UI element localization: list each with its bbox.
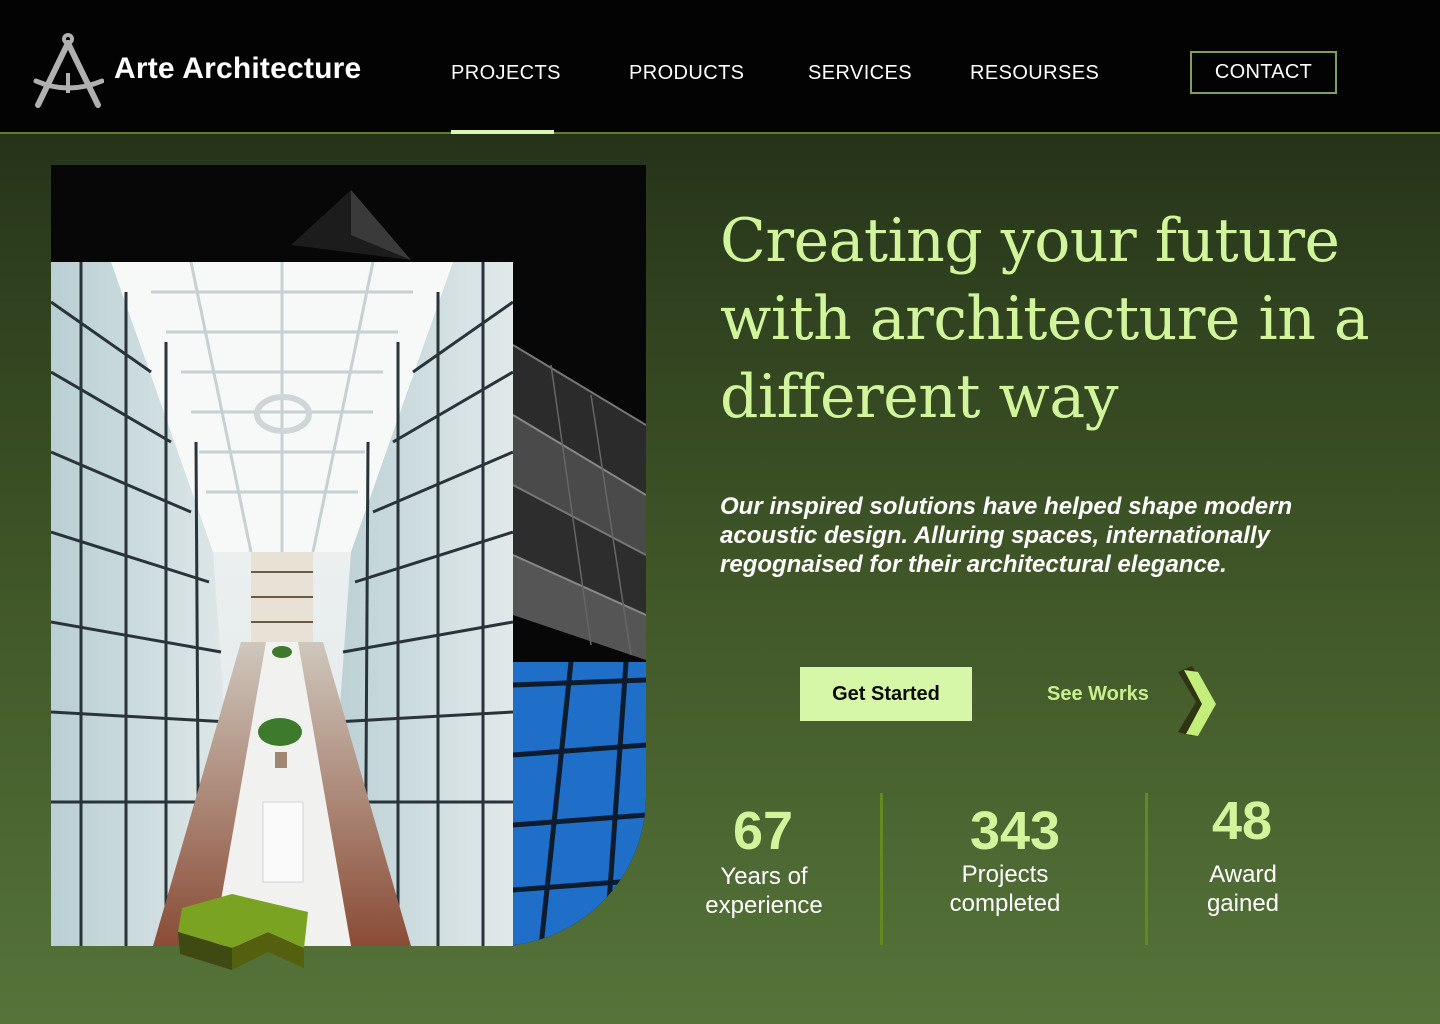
nav-item-projects[interactable]: PROJECTS bbox=[451, 62, 561, 85]
nav-item-products[interactable]: PRODUCTS bbox=[629, 62, 744, 85]
atrium-interior-image bbox=[51, 262, 513, 946]
nav-item-resources[interactable]: RESOURSES bbox=[970, 62, 1099, 85]
contact-button[interactable]: CONTACT bbox=[1190, 51, 1337, 94]
brand-name[interactable]: Arte Architecture bbox=[114, 52, 361, 86]
top-navigation-bar: Arte Architecture PROJECTS PRODUCTS SERV… bbox=[0, 0, 1440, 134]
hero-image-collage bbox=[51, 165, 646, 946]
chevron-right-icon[interactable] bbox=[1170, 664, 1222, 740]
stat-label-years: Years of experience bbox=[705, 863, 823, 919]
stat-label-projects: Projects completed bbox=[949, 861, 1061, 917]
see-works-link[interactable]: See Works bbox=[1047, 683, 1149, 706]
drafting-compass-icon[interactable] bbox=[32, 33, 104, 109]
stat-divider bbox=[1145, 793, 1148, 945]
stat-value-projects: 343 bbox=[969, 801, 1061, 861]
stat-divider bbox=[880, 793, 883, 945]
active-nav-indicator bbox=[451, 130, 554, 134]
arrow-block-graphic bbox=[178, 894, 308, 970]
stat-label-awards: Award gained bbox=[1206, 861, 1280, 917]
hero-headline: Creating your future with architecture i… bbox=[720, 206, 1370, 432]
stat-value-years: 67 bbox=[732, 801, 794, 861]
get-started-button[interactable]: Get Started bbox=[800, 667, 972, 721]
hero-description: Our inspired solutions have helped shape… bbox=[720, 493, 1293, 578]
stat-value-awards: 48 bbox=[1211, 791, 1273, 851]
nav-item-services[interactable]: SERVICES bbox=[808, 62, 912, 85]
